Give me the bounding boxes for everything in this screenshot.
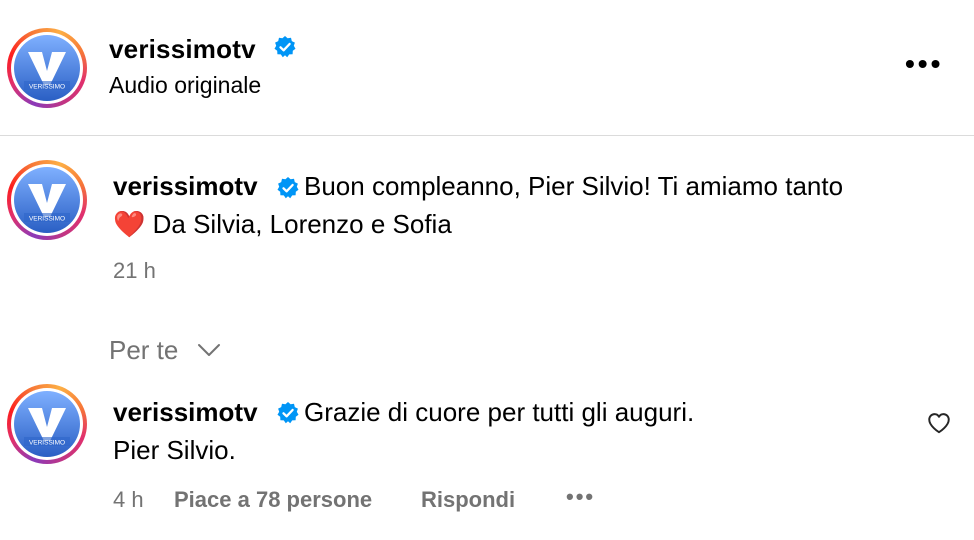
svg-text:VERISSIMO: VERISSIMO <box>29 440 65 447</box>
reply-button[interactable]: Rispondi <box>421 487 515 513</box>
caption-text: verissimotv Buon compleanno, Pier Silvio… <box>113 167 843 205</box>
comment-username[interactable]: verissimotv <box>113 397 258 427</box>
verified-badge-icon <box>277 402 299 424</box>
comment-likes-link[interactable]: Piace a 78 persone <box>174 487 372 513</box>
comment-line-2: Pier Silvio. <box>113 435 236 465</box>
filter-label: Per te <box>109 335 179 365</box>
comment-more-options-button[interactable]: ••• <box>566 484 595 510</box>
caption-line-2: Da Silvia, Lorenzo e Sofia <box>152 209 452 239</box>
comment-avatar[interactable]: VERISSIMO <box>7 384 87 464</box>
audio-original-link[interactable]: Audio originale <box>109 72 261 99</box>
more-options-button[interactable]: ••• <box>905 48 943 80</box>
verissimo-logo-icon: VERISSIMO <box>14 167 80 233</box>
header-username[interactable]: verissimotv <box>109 34 256 65</box>
red-heart-emoji: ❤️ <box>113 209 146 239</box>
caption-username[interactable]: verissimotv <box>113 171 258 201</box>
svg-text:VERISSIMO: VERISSIMO <box>29 84 65 91</box>
comment-timestamp[interactable]: 4 h <box>113 487 144 513</box>
verified-badge-icon <box>274 36 296 58</box>
chevron-down-icon <box>198 344 220 356</box>
avatar[interactable]: VERISSIMO <box>7 28 87 108</box>
caption-line-2-row: ❤️ Da Silvia, Lorenzo e Sofia <box>113 205 452 243</box>
like-heart-icon[interactable] <box>926 410 952 436</box>
comment-line-1: Grazie di cuore per tutti gli auguri. <box>304 397 695 427</box>
comment-text: verissimotv Grazie di cuore per tutti gl… <box>113 393 694 431</box>
caption-avatar[interactable]: VERISSIMO <box>7 160 87 240</box>
verissimo-logo-icon: VERISSIMO <box>14 35 80 101</box>
comments-filter-dropdown[interactable]: Per te <box>109 335 220 366</box>
caption-line-1: Buon compleanno, Pier Silvio! Ti amiamo … <box>304 171 844 201</box>
svg-text:VERISSIMO: VERISSIMO <box>29 216 65 223</box>
post-header: VERISSIMO verissimotv Audio originale ••… <box>0 0 974 136</box>
caption-timestamp[interactable]: 21 h <box>113 258 156 284</box>
verified-badge-icon <box>277 177 299 199</box>
verissimo-logo-icon: VERISSIMO <box>14 391 80 457</box>
